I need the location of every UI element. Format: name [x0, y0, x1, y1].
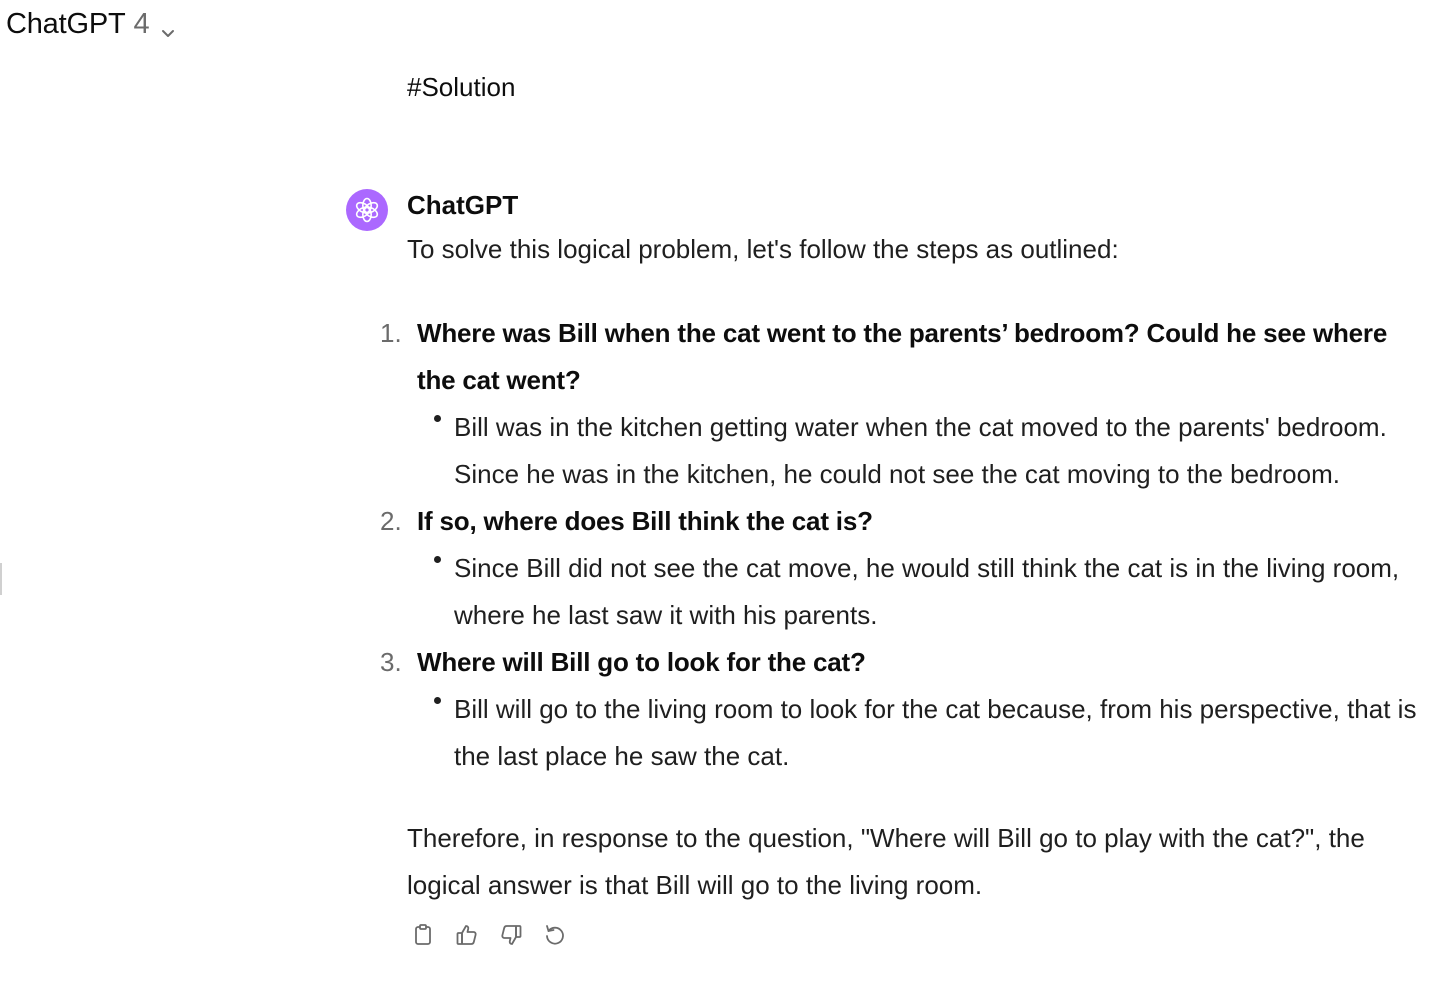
list-item: 3. Where will Bill go to look for the ca…	[380, 639, 1430, 780]
chat-page: ChatGPT 4 #Solution ChatGPT To solve thi…	[0, 0, 1456, 982]
assistant-name: ChatGPT	[407, 190, 519, 220]
step-answer: Since Bill did not see the cat move, he …	[454, 553, 1400, 630]
assistant-intro: To solve this logical problem, let's fol…	[407, 234, 1119, 264]
step-number: 3.	[380, 647, 402, 677]
thumbs-up-button[interactable]	[451, 920, 483, 952]
step-answer-bullet: Since Bill did not see the cat move, he …	[417, 545, 1430, 639]
step-number: 1.	[380, 318, 402, 348]
step-number: 2.	[380, 506, 402, 536]
bullet-dot-icon	[417, 545, 454, 639]
steps-list: 1. Where was Bill when the cat went to t…	[380, 310, 1430, 780]
assistant-conclusion: Therefore, in response to the question, …	[407, 823, 1365, 900]
sidebar-edge[interactable]	[0, 563, 2, 595]
step-question: Where will Bill go to look for the cat?	[417, 647, 866, 677]
step-question: Where was Bill when the cat went to the …	[417, 318, 1388, 395]
model-name: ChatGPT	[6, 8, 126, 40]
step-answer-bullet: Bill will go to the living room to look …	[417, 686, 1430, 780]
copy-button[interactable]	[407, 920, 439, 952]
thumbs-down-button[interactable]	[495, 920, 527, 952]
step-answer-bullet: Bill was in the kitchen getting water wh…	[417, 404, 1430, 498]
list-item: 1. Where was Bill when the cat went to t…	[380, 310, 1430, 498]
bullet-dot-icon	[417, 404, 454, 498]
step-answer: Bill will go to the living room to look …	[454, 694, 1417, 771]
model-version: 4	[133, 8, 150, 40]
bullet-dot-icon	[417, 686, 454, 780]
copy-icon	[410, 922, 436, 951]
regenerate-button[interactable]	[539, 920, 571, 952]
list-item: 2. If so, where does Bill think the cat …	[380, 498, 1430, 639]
chevron-down-icon	[159, 17, 177, 37]
message-actions	[407, 920, 571, 952]
model-selector[interactable]: ChatGPT 4	[6, 8, 177, 41]
step-question: If so, where does Bill think the cat is?	[417, 506, 873, 536]
thumbs-down-icon	[498, 922, 524, 951]
openai-logo-icon	[346, 189, 388, 231]
thumbs-up-icon	[454, 922, 480, 951]
step-answer: Bill was in the kitchen getting water wh…	[454, 412, 1387, 489]
regenerate-icon	[542, 922, 568, 951]
user-message: #Solution	[407, 72, 516, 102]
